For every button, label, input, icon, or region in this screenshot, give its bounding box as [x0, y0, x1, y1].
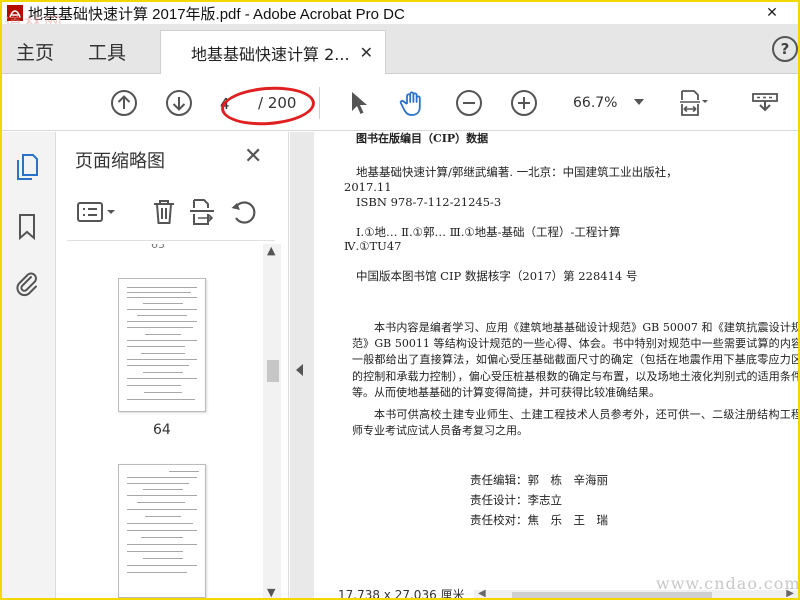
app-window: 地基基础快速计算 2017年版.pdf - Adobe Acrobat Pro …	[0, 0, 800, 600]
credit-names: 焦 乐 王 瑞	[527, 513, 609, 527]
thumbnail-scrollbar[interactable]: ▲ ▼	[263, 244, 281, 598]
rotate-page-icon[interactable]	[229, 197, 259, 227]
scroll-down-icon[interactable]: ▼	[267, 586, 275, 598]
credits-block: 责任编辑：郭 栋 辛海丽 责任设计：李志立 责任校对：焦 乐 王 瑞	[470, 472, 710, 532]
scroll-right-icon[interactable]: ▶	[786, 588, 794, 598]
title-bar: 地基基础快速计算 2017年版.pdf - Adobe Acrobat Pro …	[2, 2, 798, 24]
zoom-dropdown-icon[interactable]	[634, 99, 644, 105]
window-title: 地基基础快速计算 2017年版.pdf - Adobe Acrobat Pro …	[28, 5, 405, 23]
read-mode-icon[interactable]	[750, 88, 780, 118]
cip-number: 中国版本图书馆 CIP 数据核字（2017）第 228414 号	[356, 269, 638, 283]
document-tab-label: 地基基础快速计算 2...	[191, 44, 350, 64]
description-paragraph: 本书可供高校土建专业师生、土建工程技术人员参考外，还可供一、二级注册结构工程师专…	[352, 408, 800, 438]
attachment-icon[interactable]	[12, 268, 42, 298]
collapse-panel-icon[interactable]	[296, 364, 303, 376]
credit-line: 责任编辑：郭 栋 辛海丽	[470, 472, 710, 492]
credit-line: 责任校对：焦 乐 王 瑞	[470, 512, 710, 532]
scroll-left-icon[interactable]: ◀	[478, 588, 486, 598]
hand-tool-icon[interactable]	[398, 88, 428, 118]
thumbnail-label-partial: 63	[151, 244, 165, 251]
toolbar-divider	[319, 87, 320, 119]
main-toolbar: / 200 66.7%	[2, 75, 798, 131]
select-cursor-icon[interactable]	[344, 88, 374, 118]
cip-class-line: Ⅳ.①TU47	[344, 239, 402, 253]
thumbnail-label: 64	[153, 422, 171, 438]
credit-names: 郭 栋 辛海丽	[527, 473, 609, 487]
left-navigation-rail	[2, 132, 56, 598]
page-number-input[interactable]	[220, 93, 254, 115]
tab-tools[interactable]: 工具	[88, 38, 126, 65]
tab-home[interactable]: 主页	[16, 38, 54, 65]
cip-class-line: Ⅰ.①地… Ⅱ.①郭… Ⅲ.①地基-基础（工程）-工程计算	[356, 225, 621, 239]
close-icon: ✕	[766, 5, 778, 21]
horizontal-scrollbar-thumb[interactable]	[512, 592, 712, 598]
thumbnail-page[interactable]	[118, 464, 206, 598]
document-tab[interactable]: 地基基础快速计算 2... ✕	[160, 30, 386, 74]
page-thumbnails-icon[interactable]	[12, 152, 42, 182]
scroll-up-icon[interactable]: ▲	[267, 244, 275, 257]
description-paragraph: 本书内容是编者学习、应用《建筑地基基础设计规范》GB 50007 和《建筑抗震设…	[352, 321, 800, 399]
help-button[interactable]: ?	[772, 36, 798, 62]
page-count: / 200	[258, 94, 297, 112]
next-page-icon[interactable]	[164, 88, 194, 118]
close-panel-icon[interactable]: ✕	[244, 144, 262, 169]
cip-heading: 图书在版编目（CIP）数据	[356, 132, 489, 145]
panel-title: 页面缩略图	[75, 151, 165, 172]
horizontal-scrollbar[interactable]: ◀ ▶	[474, 588, 798, 598]
thumbnail-list: 63 64	[57, 244, 269, 598]
close-window-button[interactable]: ✕	[750, 2, 794, 24]
credit-names: 李志立	[527, 493, 563, 507]
credit-line: 责任设计：李志立	[470, 492, 710, 512]
pdf-page: 图书在版编目（CIP）数据 地基基础快速计算/郭继武编著. 一北京：中国建筑工业…	[314, 132, 798, 590]
document-viewer: 图书在版编目（CIP）数据 地基基础快速计算/郭继武编著. 一北京：中国建筑工业…	[290, 132, 798, 598]
page-size-status: 17.738 x 27.036 厘米	[314, 588, 474, 598]
nav-bar: 主页 工具 地基基础快速计算 2... ✕ ?	[2, 24, 798, 74]
zoom-out-icon[interactable]	[454, 88, 484, 118]
delete-page-icon[interactable]	[149, 197, 179, 227]
acrobat-logo-icon	[2, 2, 28, 24]
previous-page-icon[interactable]	[109, 88, 139, 118]
credit-role: 责任设计：	[470, 493, 528, 507]
close-tab-icon[interactable]: ✕	[360, 43, 373, 62]
thumbnail-options-icon[interactable]	[75, 197, 119, 227]
cip-line: 2017.11	[344, 180, 392, 194]
scrollbar-thumb[interactable]	[267, 360, 279, 382]
bookmark-icon[interactable]	[12, 212, 42, 242]
thumbnail-page[interactable]	[118, 278, 206, 412]
page-fit-icon[interactable]	[678, 88, 708, 118]
zoom-in-icon[interactable]	[509, 88, 539, 118]
credit-role: 责任编辑：	[470, 473, 528, 487]
extract-page-icon[interactable]	[187, 197, 217, 227]
cip-line: 地基基础快速计算/郭继武编著. 一北京：中国建筑工业出版社，	[356, 165, 678, 179]
credit-role: 责任校对：	[470, 513, 528, 527]
cip-line: ISBN 978-7-112-21245-3	[356, 195, 502, 209]
zoom-level[interactable]: 66.7%	[573, 95, 617, 111]
page-thumbnails-panel: 页面缩略图 ✕ 63 64 ▲ ▼	[57, 132, 289, 598]
thumbnail-toolbar	[67, 187, 275, 241]
